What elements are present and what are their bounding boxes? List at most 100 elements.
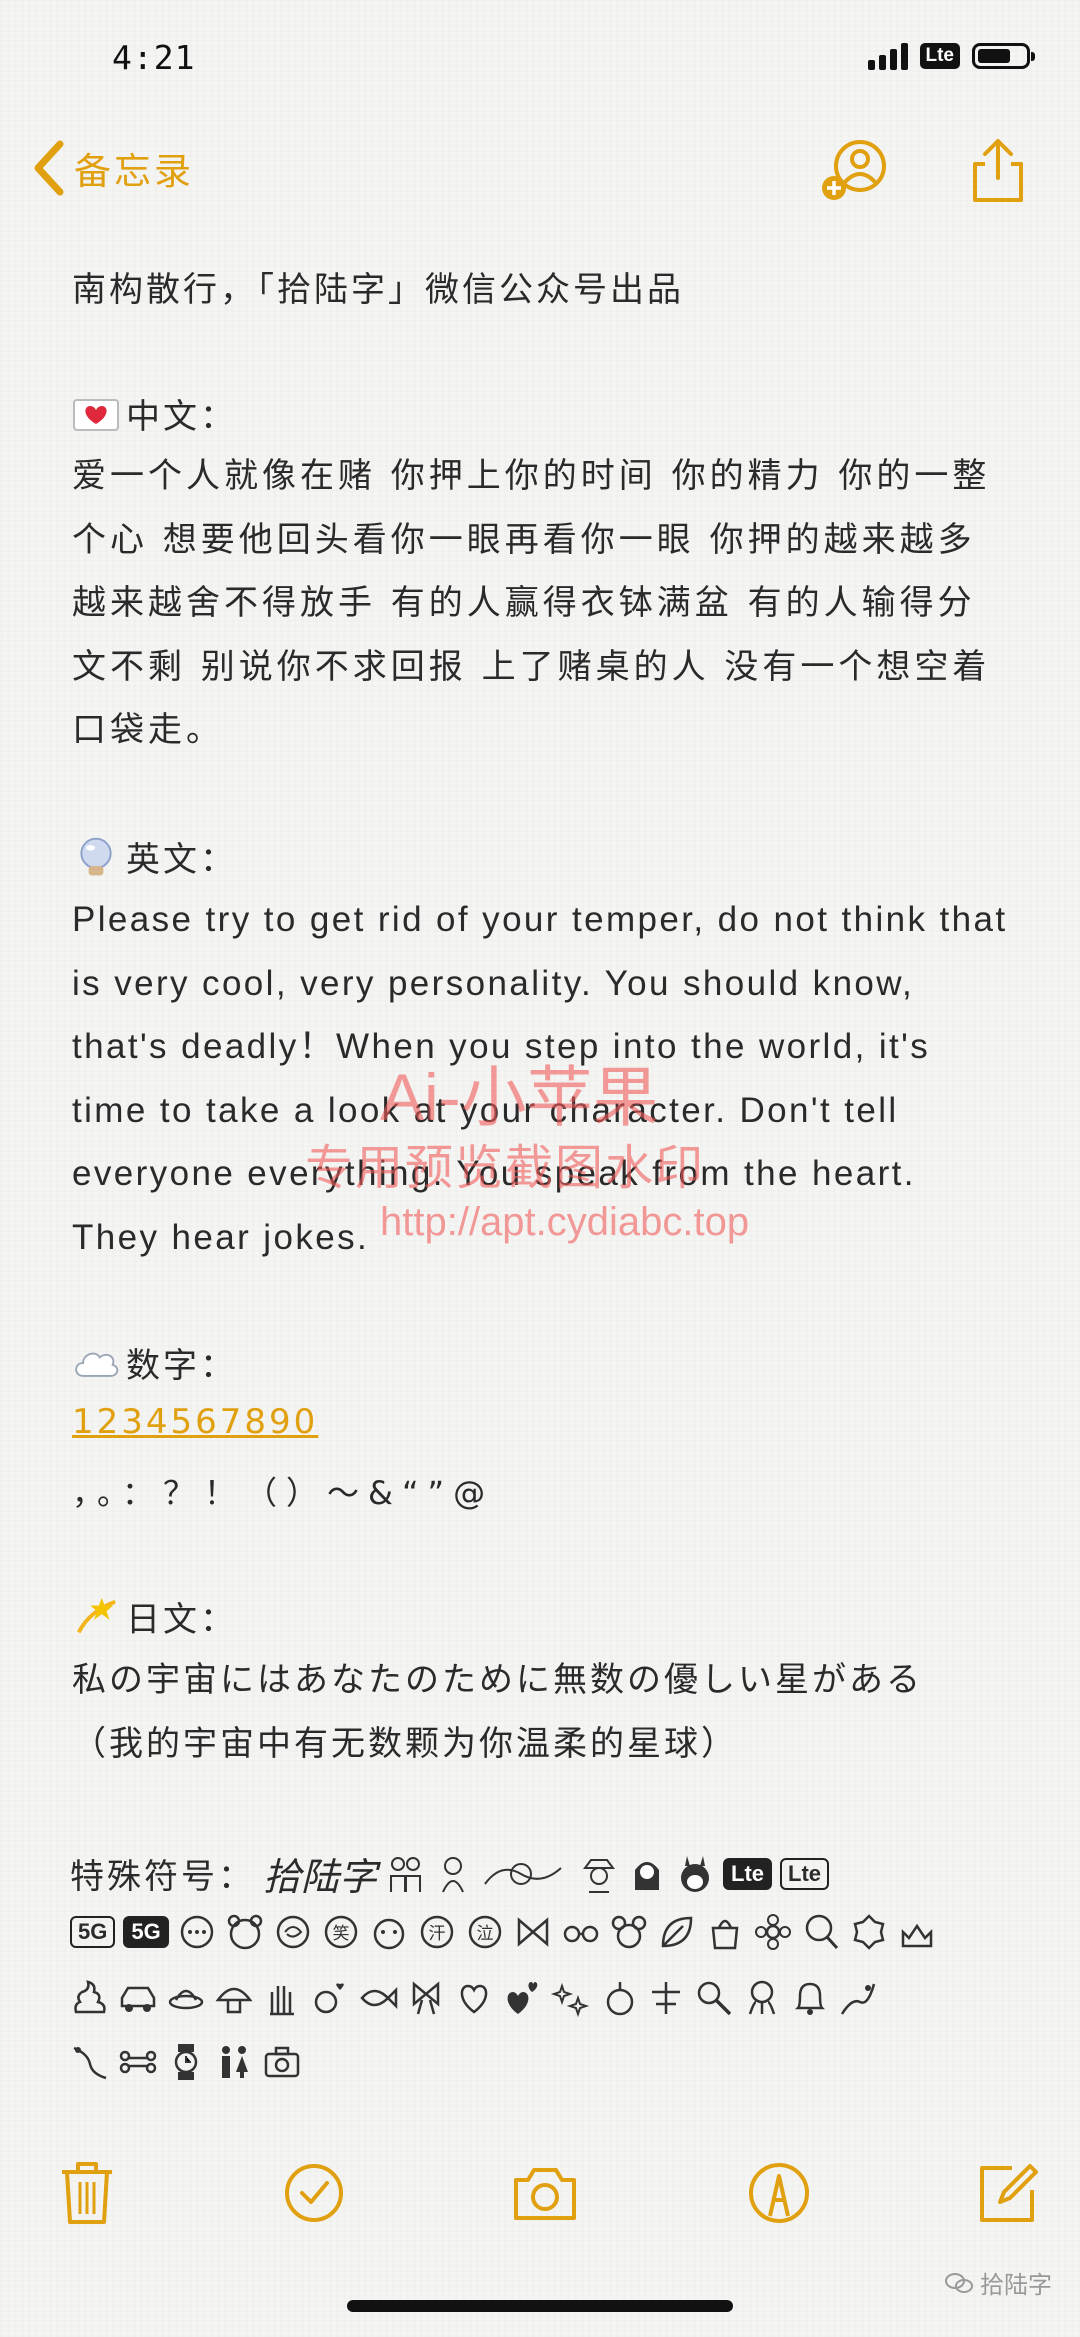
ja-body-1: 私の宇宙にはあなたのために無数の優しい星がある (72, 1660, 923, 1700)
signature-glyph: 拾陆字 (263, 1855, 378, 1899)
share-icon (973, 139, 1023, 202)
sparkle-stars-icon (550, 1978, 590, 2018)
restroom-icon (214, 2042, 254, 2082)
girl-icon (433, 1854, 473, 1894)
glasses-icon (561, 1912, 601, 1952)
cry-bubble-icon: 泣 (465, 1912, 505, 1952)
symbols-row-4 (70, 2042, 302, 2082)
couple-icon (385, 1854, 425, 1894)
bear-face-icon (225, 1912, 265, 1952)
laugh-face-label: 笑 (332, 1924, 349, 1944)
bell-icon (790, 1978, 830, 2018)
add-person-icon (822, 140, 886, 200)
digits-link[interactable]: 1234567890 (72, 1402, 318, 1442)
magnifier-icon (694, 1978, 734, 2018)
5g-badge-outline: 5G (70, 1916, 116, 1948)
zh-heading-label: 中文： (126, 397, 237, 437)
checkmark-circle-icon (285, 2164, 343, 2222)
add-person-button[interactable] (820, 136, 890, 206)
totoro-icon (675, 1854, 715, 1894)
mushroom-icon (214, 1978, 254, 2018)
footer-account: 拾陆字 (980, 2271, 1052, 2299)
checklist-button[interactable] (279, 2158, 349, 2228)
cookie-icon (849, 1912, 889, 1952)
laugh-bubble-icon: 笑 (321, 1912, 361, 1952)
symbols-row-2: 5G 5G 笑 汗 泣 (70, 1912, 937, 1952)
octopus-icon (742, 1978, 782, 2018)
sweat-face-label: 汗 (428, 1924, 445, 1944)
vine-icon (838, 1978, 878, 2018)
share-button[interactable] (963, 136, 1033, 206)
en-heading: 英文： (72, 832, 237, 881)
vine-2-icon (70, 2042, 110, 2082)
back-button[interactable]: 备忘录 (30, 140, 194, 196)
bow-icon (513, 1912, 553, 1952)
compose-icon (980, 2164, 1038, 2222)
zh-body: 爱一个人就像在赌 你押上你的时间 你的精力 你的一整个心 想要他回头看你一眼再看… (72, 456, 991, 750)
5g-badge-dark: 5G (123, 1916, 169, 1948)
markup-button[interactable] (744, 2158, 814, 2228)
love-letter-icon (72, 394, 120, 434)
long-hair-girl-icon (627, 1854, 667, 1894)
status-time: 4:21 (112, 38, 196, 77)
symbols-row-1: 特殊符号： 拾陆字 Lte Lte (70, 1846, 830, 1901)
camera-small-icon (262, 2042, 302, 2082)
punctuation-line: ，。：？！（）～&“”@ (72, 1474, 495, 1512)
fish-icon (358, 1978, 398, 2018)
zh-heading: 中文： (72, 389, 237, 438)
home-indicator[interactable] (347, 2300, 733, 2312)
speech-bubble-icon (177, 1912, 217, 1952)
dragon-icon (481, 1854, 571, 1894)
status-icons: Lte (867, 42, 1035, 70)
bag-icon (705, 1912, 745, 1952)
network-badge: Lte (919, 43, 960, 69)
mouse-icon (609, 1912, 649, 1952)
cry-face-label: 泣 (476, 1924, 493, 1944)
sweat-bubble-icon: 汗 (417, 1912, 457, 1952)
camera-button[interactable] (510, 2158, 580, 2228)
en-heading-label: 英文： (126, 840, 237, 880)
cloud-icon (72, 1343, 120, 1383)
note-intro: 南构散行，「拾陆字」微信公众号出品 (72, 270, 684, 310)
compose-button[interactable] (972, 2158, 1042, 2228)
ja-heading-label: 日文： (126, 1600, 237, 1640)
lte-badge-dark: Lte (723, 1857, 773, 1890)
crown-cake-icon (897, 1912, 937, 1952)
symbols-heading: 特殊符号： (70, 1857, 255, 1897)
paw-hand-icon (262, 1978, 302, 2018)
boy-hat-icon (579, 1854, 619, 1894)
chevron-left-icon (34, 140, 64, 196)
car-icon (118, 1978, 158, 2018)
num-heading: 数字： (72, 1338, 237, 1387)
back-label: 备忘录 (74, 150, 194, 193)
ribbon-icon (406, 1978, 446, 2018)
battery-icon (972, 43, 1035, 69)
delete-button[interactable] (52, 2158, 122, 2228)
scribble-bubble-icon (273, 1912, 313, 1952)
bone-icon (118, 2042, 158, 2082)
ja-heading: 日文： (72, 1592, 237, 1641)
leaf-icon (657, 1912, 697, 1952)
symbols-row-3 (70, 1978, 878, 2018)
pen-circle-icon (749, 2163, 809, 2223)
footer-wechat-mark: 拾陆字 (944, 2265, 1052, 2300)
ja-body-2: （我的宇宙中有无数颗为你温柔的星球） (72, 1724, 738, 1764)
trash-icon (62, 2162, 112, 2224)
candy-heart-icon (454, 1978, 494, 2018)
lte-badge-outline: Lte (780, 1857, 830, 1890)
dizzy-star-icon (72, 1597, 120, 1637)
wechat-icon (945, 2272, 973, 2293)
kanji-sign-icon (646, 1978, 686, 2018)
watermark-line-3: http://apt.cydiabc.top (380, 1200, 750, 1244)
black-hearts-icon (502, 1978, 542, 2018)
signal-icon (867, 42, 908, 70)
watermark-line-2: 专用预览截图水印 (305, 1142, 706, 1195)
ring-heart-icon (310, 1978, 350, 2018)
num-heading-label: 数字： (126, 1346, 237, 1386)
crystal-ball-icon (72, 837, 120, 877)
watch-icon (166, 2042, 206, 2082)
ufo-icon (166, 1978, 206, 2018)
watermark-line-1: Ai-小苹果 (380, 1060, 659, 1134)
flower-icon (753, 1912, 793, 1952)
camera-icon (514, 2168, 576, 2220)
